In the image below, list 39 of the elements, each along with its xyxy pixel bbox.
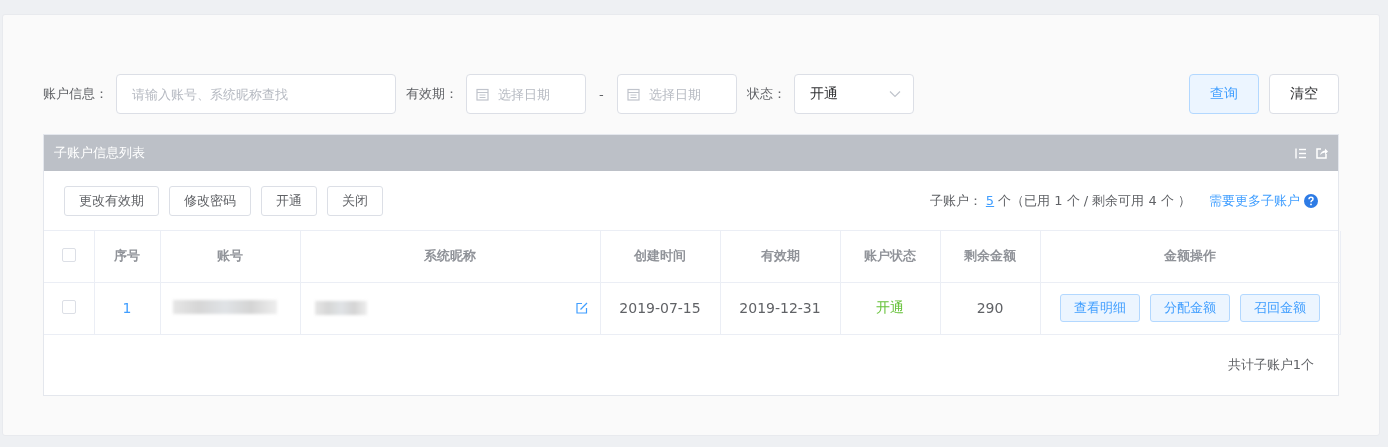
panel-title: 子账户信息列表 — [54, 144, 146, 162]
toolbar-button[interactable]: 修改密码 — [169, 185, 251, 216]
balance-amount: 290 — [976, 300, 1004, 316]
column-header: 创建时间 — [634, 248, 686, 264]
account-search-field[interactable]: 请输入账号、系统昵称查找 — [116, 74, 396, 114]
field-label: 有效期： — [406, 85, 458, 103]
status-select[interactable]: 开通 — [793, 74, 914, 114]
chevron-down-icon — [888, 90, 901, 98]
clear-button[interactable]: 清空 — [1269, 74, 1339, 114]
calendar-icon — [476, 88, 489, 101]
expiry-date: 2019-12-31 — [739, 300, 821, 316]
row-number: 1 — [122, 300, 132, 316]
share-icon[interactable] — [1316, 147, 1328, 159]
edit-icon[interactable] — [575, 302, 588, 314]
column-header: 账户状态 — [864, 248, 916, 264]
created-date: 2019-07-15 — [619, 300, 701, 316]
field-label: 账户信息： — [43, 85, 108, 103]
toolbar-button[interactable]: 关闭 — [327, 185, 383, 216]
calendar-icon — [626, 88, 640, 101]
list-icon[interactable] — [1294, 147, 1306, 159]
column-header: 有效期 — [760, 248, 800, 264]
column-header: 序号 — [114, 248, 140, 264]
range-separator: - — [599, 86, 604, 102]
status-text: 开通 — [876, 299, 904, 315]
sub-account-summary: 子账户： 5 个（已用 1 个 / 剩余可用 4 个 ） — [929, 191, 1191, 210]
column-header: 剩余金额 — [964, 248, 1016, 264]
column-header: 账号 — [217, 248, 243, 264]
blurred-nickname — [314, 301, 367, 315]
date-field[interactable]: 选择日期 — [466, 74, 586, 114]
help-icon[interactable] — [1304, 193, 1318, 208]
total-count: 共计子账户1个 — [1227, 355, 1314, 374]
select-all-checkbox[interactable] — [61, 247, 76, 262]
column-header: 系统昵称 — [424, 248, 476, 264]
column-header: 金额操作 — [1164, 248, 1216, 264]
date-field[interactable]: 选择日期 — [616, 74, 737, 114]
toolbar-button[interactable]: 更改有效期 — [64, 185, 159, 216]
toolbar-button[interactable]: 开通 — [261, 185, 317, 216]
field-label: 状态： — [746, 85, 786, 103]
row-checkbox[interactable] — [61, 299, 76, 314]
